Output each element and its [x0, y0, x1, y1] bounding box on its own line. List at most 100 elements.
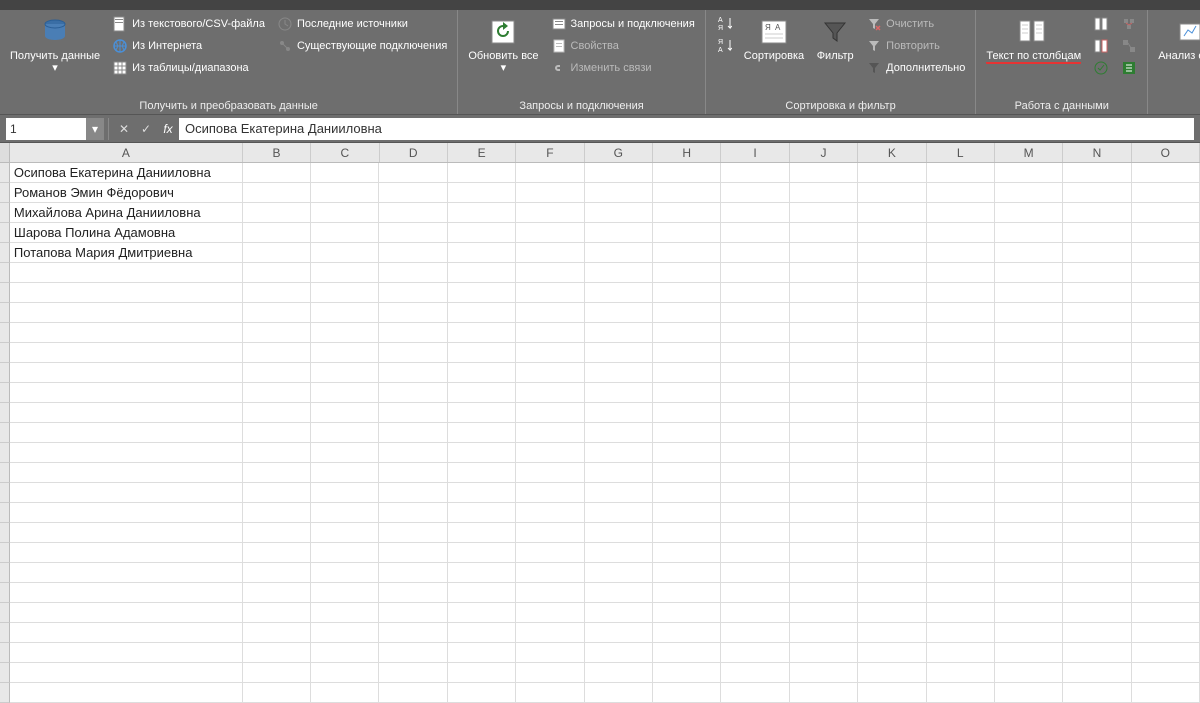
cell[interactable] — [243, 443, 311, 463]
cell[interactable] — [448, 623, 516, 643]
cell[interactable] — [516, 583, 584, 603]
cell[interactable] — [858, 303, 926, 323]
cell[interactable] — [1063, 383, 1131, 403]
cell[interactable] — [653, 443, 721, 463]
cell[interactable] — [1132, 203, 1200, 223]
cell[interactable] — [1132, 223, 1200, 243]
cell[interactable] — [790, 563, 858, 583]
cell[interactable] — [585, 323, 653, 343]
cell[interactable] — [243, 323, 311, 343]
cell[interactable] — [516, 403, 584, 423]
cell[interactable] — [585, 583, 653, 603]
cell[interactable] — [1132, 483, 1200, 503]
cell[interactable] — [516, 423, 584, 443]
cell[interactable] — [1063, 423, 1131, 443]
cell[interactable] — [448, 283, 516, 303]
cell[interactable] — [243, 463, 311, 483]
row-header[interactable] — [0, 343, 10, 363]
cell[interactable] — [448, 303, 516, 323]
cell[interactable] — [927, 163, 995, 183]
cell[interactable] — [995, 363, 1063, 383]
column-header[interactable]: I — [721, 143, 789, 162]
cell[interactable] — [653, 403, 721, 423]
cell[interactable] — [379, 463, 447, 483]
cell[interactable] — [995, 503, 1063, 523]
cell[interactable] — [1063, 403, 1131, 423]
cell[interactable] — [790, 263, 858, 283]
cell[interactable] — [243, 303, 311, 323]
cancel-button[interactable]: ✕ — [113, 118, 135, 140]
cell[interactable] — [448, 423, 516, 443]
cell[interactable] — [790, 163, 858, 183]
cell[interactable] — [311, 443, 379, 463]
cell[interactable] — [995, 683, 1063, 703]
cell[interactable] — [1132, 623, 1200, 643]
column-header[interactable]: H — [653, 143, 721, 162]
cell[interactable] — [721, 303, 789, 323]
cell[interactable] — [311, 283, 379, 303]
cell[interactable] — [243, 603, 311, 623]
filter-button[interactable]: Фильтр — [812, 14, 858, 64]
row-header[interactable] — [0, 363, 10, 383]
cell[interactable] — [516, 503, 584, 523]
cell[interactable] — [1132, 443, 1200, 463]
cell[interactable] — [379, 443, 447, 463]
cell[interactable] — [995, 423, 1063, 443]
row-header[interactable] — [0, 403, 10, 423]
cell[interactable] — [653, 523, 721, 543]
row-header[interactable] — [0, 623, 10, 643]
cell[interactable] — [379, 623, 447, 643]
cell[interactable] — [243, 543, 311, 563]
cell[interactable] — [585, 443, 653, 463]
cell[interactable] — [1063, 163, 1131, 183]
cell[interactable] — [10, 663, 243, 683]
cell[interactable] — [995, 263, 1063, 283]
cell[interactable] — [721, 383, 789, 403]
cell[interactable] — [790, 423, 858, 443]
cell[interactable] — [1132, 583, 1200, 603]
column-header[interactable]: B — [243, 143, 311, 162]
cell[interactable] — [243, 363, 311, 383]
cell[interactable] — [721, 183, 789, 203]
cell[interactable] — [653, 483, 721, 503]
cell[interactable] — [243, 523, 311, 543]
cell[interactable] — [311, 603, 379, 623]
cell[interactable] — [995, 383, 1063, 403]
cell[interactable] — [653, 683, 721, 703]
remove-duplicates-button[interactable] — [1089, 36, 1113, 56]
cell[interactable] — [721, 543, 789, 563]
cell[interactable] — [379, 323, 447, 343]
column-header[interactable]: D — [380, 143, 448, 162]
cell[interactable] — [379, 423, 447, 443]
cell[interactable] — [790, 443, 858, 463]
cell[interactable] — [311, 243, 379, 263]
row-header[interactable] — [0, 663, 10, 683]
cell[interactable] — [927, 683, 995, 703]
cell[interactable] — [858, 403, 926, 423]
cell[interactable] — [858, 663, 926, 683]
cell[interactable] — [10, 263, 243, 283]
cell[interactable] — [927, 563, 995, 583]
cell[interactable] — [927, 343, 995, 363]
cell[interactable] — [448, 163, 516, 183]
cell[interactable] — [243, 683, 311, 703]
cell[interactable] — [858, 683, 926, 703]
cell[interactable] — [653, 383, 721, 403]
cell[interactable] — [585, 263, 653, 283]
cell[interactable] — [10, 543, 243, 563]
cell[interactable] — [653, 283, 721, 303]
cell[interactable] — [379, 383, 447, 403]
column-header[interactable]: F — [516, 143, 584, 162]
cell[interactable] — [1063, 443, 1131, 463]
cell[interactable] — [653, 263, 721, 283]
cell[interactable] — [927, 543, 995, 563]
cell[interactable] — [585, 603, 653, 623]
cell[interactable] — [858, 463, 926, 483]
cell[interactable] — [243, 663, 311, 683]
cell[interactable] — [653, 203, 721, 223]
from-csv-button[interactable]: Из текстового/CSV-файла — [108, 14, 269, 34]
cell[interactable] — [995, 343, 1063, 363]
cell[interactable] — [1063, 503, 1131, 523]
cell[interactable] — [721, 483, 789, 503]
cell[interactable] — [1132, 643, 1200, 663]
